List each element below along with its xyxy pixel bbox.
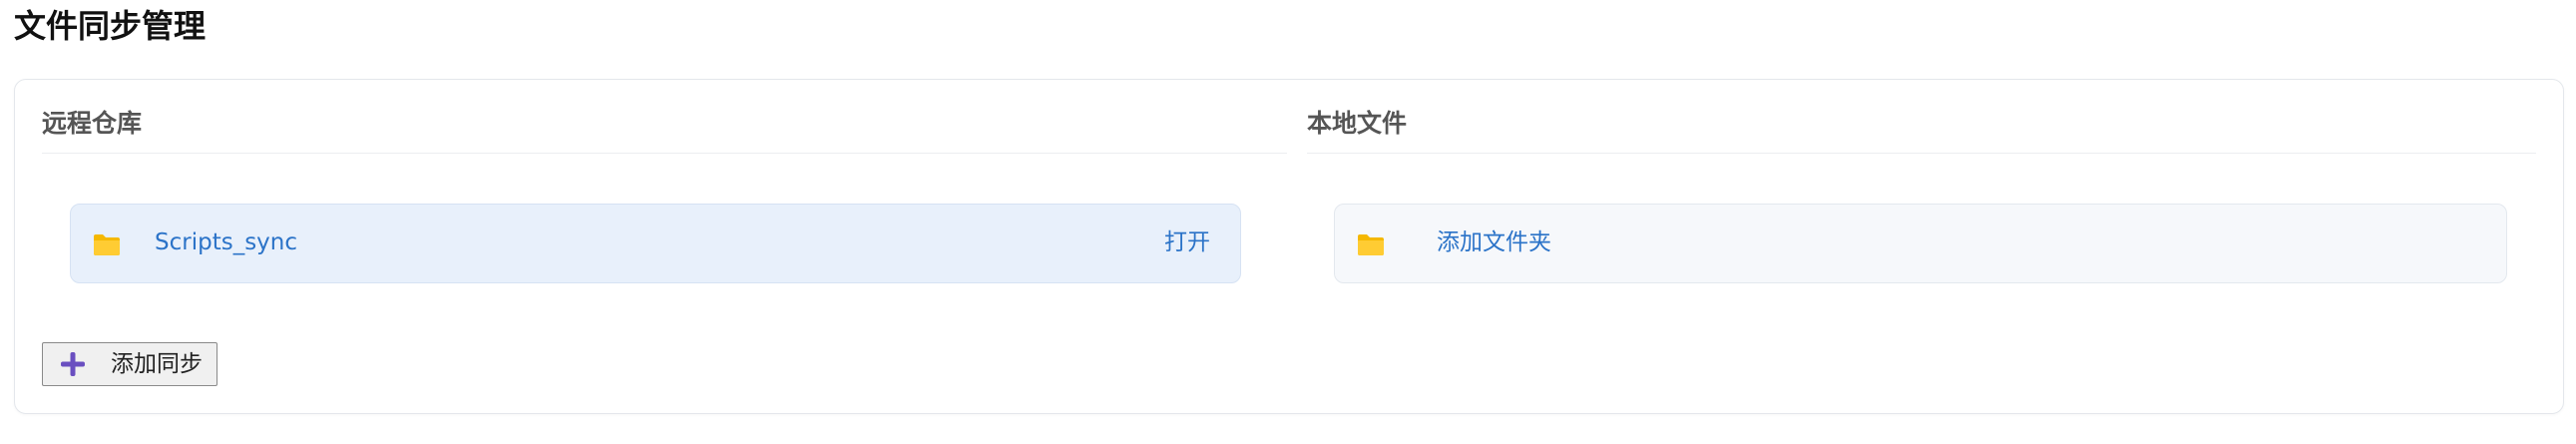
remote-item-name[interactable]: Scripts_sync xyxy=(155,226,297,258)
remote-item-row[interactable]: Scripts_sync 打开 xyxy=(70,204,1241,283)
remote-panel-header xyxy=(42,102,1287,154)
add-sync-button[interactable]: 添加同步 xyxy=(42,342,217,386)
remote-panel-title: 远程仓库 xyxy=(42,109,143,138)
folder-icon xyxy=(94,234,120,255)
page-title: 文件同步管理 xyxy=(14,7,207,45)
add-folder-link[interactable]: 添加文件夹 xyxy=(1437,226,1551,258)
local-panel-title: 本地文件 xyxy=(1307,109,1408,138)
folder-icon xyxy=(1358,234,1384,255)
add-folder-row[interactable]: 添加文件夹 xyxy=(1334,204,2507,283)
plus-icon xyxy=(61,352,85,376)
add-sync-label: 添加同步 xyxy=(111,351,203,377)
sync-card: 远程仓库 Scripts_sync 打开 本地文件 添加文件夹 添加同步 xyxy=(14,79,2564,414)
local-panel-header xyxy=(1307,102,2536,154)
open-button[interactable]: 打开 xyxy=(1164,226,1210,258)
